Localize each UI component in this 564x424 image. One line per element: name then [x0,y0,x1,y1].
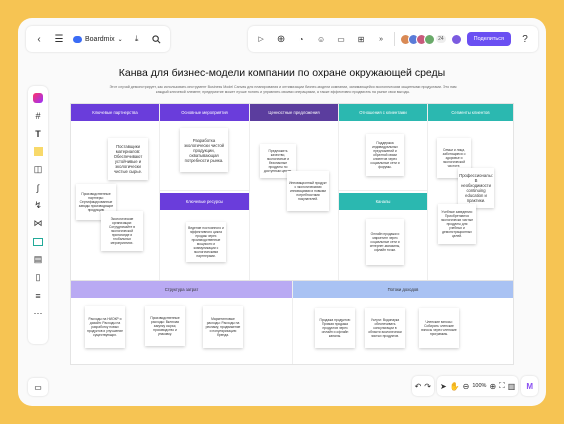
sticky-note[interactable]: Поставщики материалов: Обеспечивают усто… [108,138,148,180]
app-window: ‹ ☰ Boardmix ⌄ ⤓ ▷ ⊕ ◔ ☺ ▭ ⊞ » 24 Подели… [18,18,546,406]
business-model-canvas[interactable]: Ключевые партнерства Поставщики материал… [70,103,514,281]
add-icon[interactable]: ⊕ [272,30,290,48]
cost-revenue-board[interactable]: Структура затрат Расходы на НИОКР и диза… [70,280,514,365]
sticky-note[interactable]: Поддержка индивидуальных предложений и о… [366,134,404,176]
pointer-icon[interactable]: ➤ [440,382,447,391]
column-key-activities: Основные мероприятия Разработка экологич… [160,104,250,280]
header-revenue-streams: Потоки доходов [293,281,513,298]
sticky-note[interactable]: Расходы на НИОКР и дизайн: Расходы на ра… [85,306,125,348]
vote-icon[interactable]: ⊞ [352,30,370,48]
left-toolbar: # T ◫ ∫ ↯ ⋈ ▤ ▯ ≡ ⋯ [28,86,48,344]
table-icon[interactable] [31,234,45,249]
header-channels: Каналы [339,193,427,210]
collaborators[interactable]: 24 [400,33,446,45]
sticky-note[interactable]: Производственные расходы: Включая закупк… [145,306,185,346]
chat-icon[interactable]: ☺ [312,30,330,48]
document-icon[interactable]: ▯ [31,270,45,285]
frame-icon[interactable]: # [31,108,45,123]
menu-icon[interactable]: ☰ [50,30,68,48]
presentation-icon[interactable]: ▥ [508,382,516,391]
top-right-toolbar: ▷ ⊕ ◔ ☺ ▭ ⊞ » 24 Поделиться ? [248,26,538,52]
column-value-propositions: Ценностные предложения Предложить качест… [250,104,339,280]
sticky-note[interactable]: Продажа продуктов: Прямая продажа продук… [315,308,355,348]
sticky-note[interactable]: Онлайн продажи и маркетинг через социаль… [366,219,404,265]
cloud-icon [73,35,82,43]
play-icon[interactable]: ▷ [252,30,270,48]
undo-icon[interactable]: ↶ [415,382,422,391]
help-icon[interactable]: ? [516,30,534,48]
bottom-controls: ↶ ↷ ➤ ✋ ⊖ 100% ⊕ ⛶ ▥ M [411,376,538,396]
chart-icon[interactable]: ▤ [31,252,45,267]
back-icon[interactable]: ‹ [30,30,48,48]
text-icon[interactable]: T [31,126,45,141]
connector-icon[interactable]: ↯ [31,198,45,213]
brand[interactable]: Boardmix ⌄ [70,35,126,43]
column-customer-relationships: Отношения с клиентами Поддержка индивиду… [339,104,428,280]
template-icon[interactable] [31,90,45,105]
sticky-note[interactable]: Маркетинговые расходы: Расходы на реклам… [203,306,243,348]
more-chevron-icon[interactable]: » [372,30,390,48]
sticky-note[interactable]: Разработка экологически чистой продукции… [180,128,228,172]
chevron-down-icon: ⌄ [117,36,123,43]
canvas-description: Этот случай демонстрирует, как использов… [109,85,457,94]
sticky-note[interactable]: Членские взносы: Собирать членские взнос… [419,308,459,348]
header-key-activities: Основные мероприятия [160,104,249,121]
header-customer-relationships: Отношения с клиентами [339,104,427,121]
sticky-note[interactable]: Экологические организации: Сотрудничайте… [101,211,143,251]
sticky-note[interactable]: Услуги: Водонаука обеспечивать консульта… [365,308,405,348]
sticky-note[interactable]: Инновационный продукт с экологическими и… [287,171,329,211]
comment-icon[interactable]: ▭ [332,30,350,48]
column-key-partners: Ключевые партнерства Поставщики материал… [71,104,160,280]
brand-name: Boardmix [85,35,115,43]
section-revenue-streams: Потоки доходов Продажа продуктов: Прямая… [293,281,513,364]
sticky-note[interactable]: Ведение постоянного и эффективного цикла… [186,222,226,262]
minimap-button[interactable]: ▭ [28,378,48,396]
minimap-icon: ▭ [34,382,42,392]
top-left-toolbar: ‹ ☰ Boardmix ⌄ ⤓ [26,26,170,52]
zoom-in-icon[interactable]: ⊕ [489,382,496,391]
download-icon[interactable]: ⤓ [128,30,146,48]
redo-icon[interactable]: ↷ [424,382,431,391]
user-avatar[interactable] [450,33,462,45]
canvas-title: Канва для бизнес-модели компании по охра… [118,67,446,79]
avatar-count: 24 [436,35,446,43]
column-customer-segments: Сегменты клиентов Семьи и лица, заботящи… [428,104,513,280]
timer-icon[interactable]: ◔ [292,30,310,48]
zoom-out-icon[interactable]: ⊖ [463,382,470,391]
sticky-note[interactable]: Учебные заведения: Приобретаются экологи… [438,204,476,244]
fit-screen-icon[interactable]: ⛶ [499,381,505,391]
ai-button[interactable]: M [521,376,538,396]
hand-icon[interactable]: ✋ [450,382,460,391]
more-icon[interactable]: ⋯ [31,306,45,321]
header-cost-structure: Структура затрат [71,281,292,298]
sticky-note[interactable]: Профессионалы: В необходимости continuin… [458,168,494,208]
sticky-note-icon[interactable] [31,144,45,159]
header-key-resources: Ключевые ресурсы [160,193,249,210]
ai-icon: M [526,381,533,391]
history-controls: ↶ ↷ [411,376,434,396]
search-icon[interactable] [148,30,166,48]
header-customer-segments: Сегменты клиентов [428,104,513,121]
shape-icon[interactable]: ◫ [31,162,45,177]
zoom-level[interactable]: 100% [472,383,486,389]
pen-icon[interactable]: ∫ [31,180,45,195]
list-icon[interactable]: ≡ [31,288,45,303]
header-key-partners: Ключевые партнерства [71,104,159,121]
section-cost-structure: Структура затрат Расходы на НИОКР и диза… [71,281,293,364]
divider [394,32,396,46]
header-value-propositions: Ценностные предложения [250,104,338,121]
avatar [424,33,436,45]
mindmap-icon[interactable]: ⋈ [31,216,45,231]
share-button[interactable]: Поделиться [466,32,511,46]
view-controls: ➤ ✋ ⊖ 100% ⊕ ⛶ ▥ [437,376,519,396]
